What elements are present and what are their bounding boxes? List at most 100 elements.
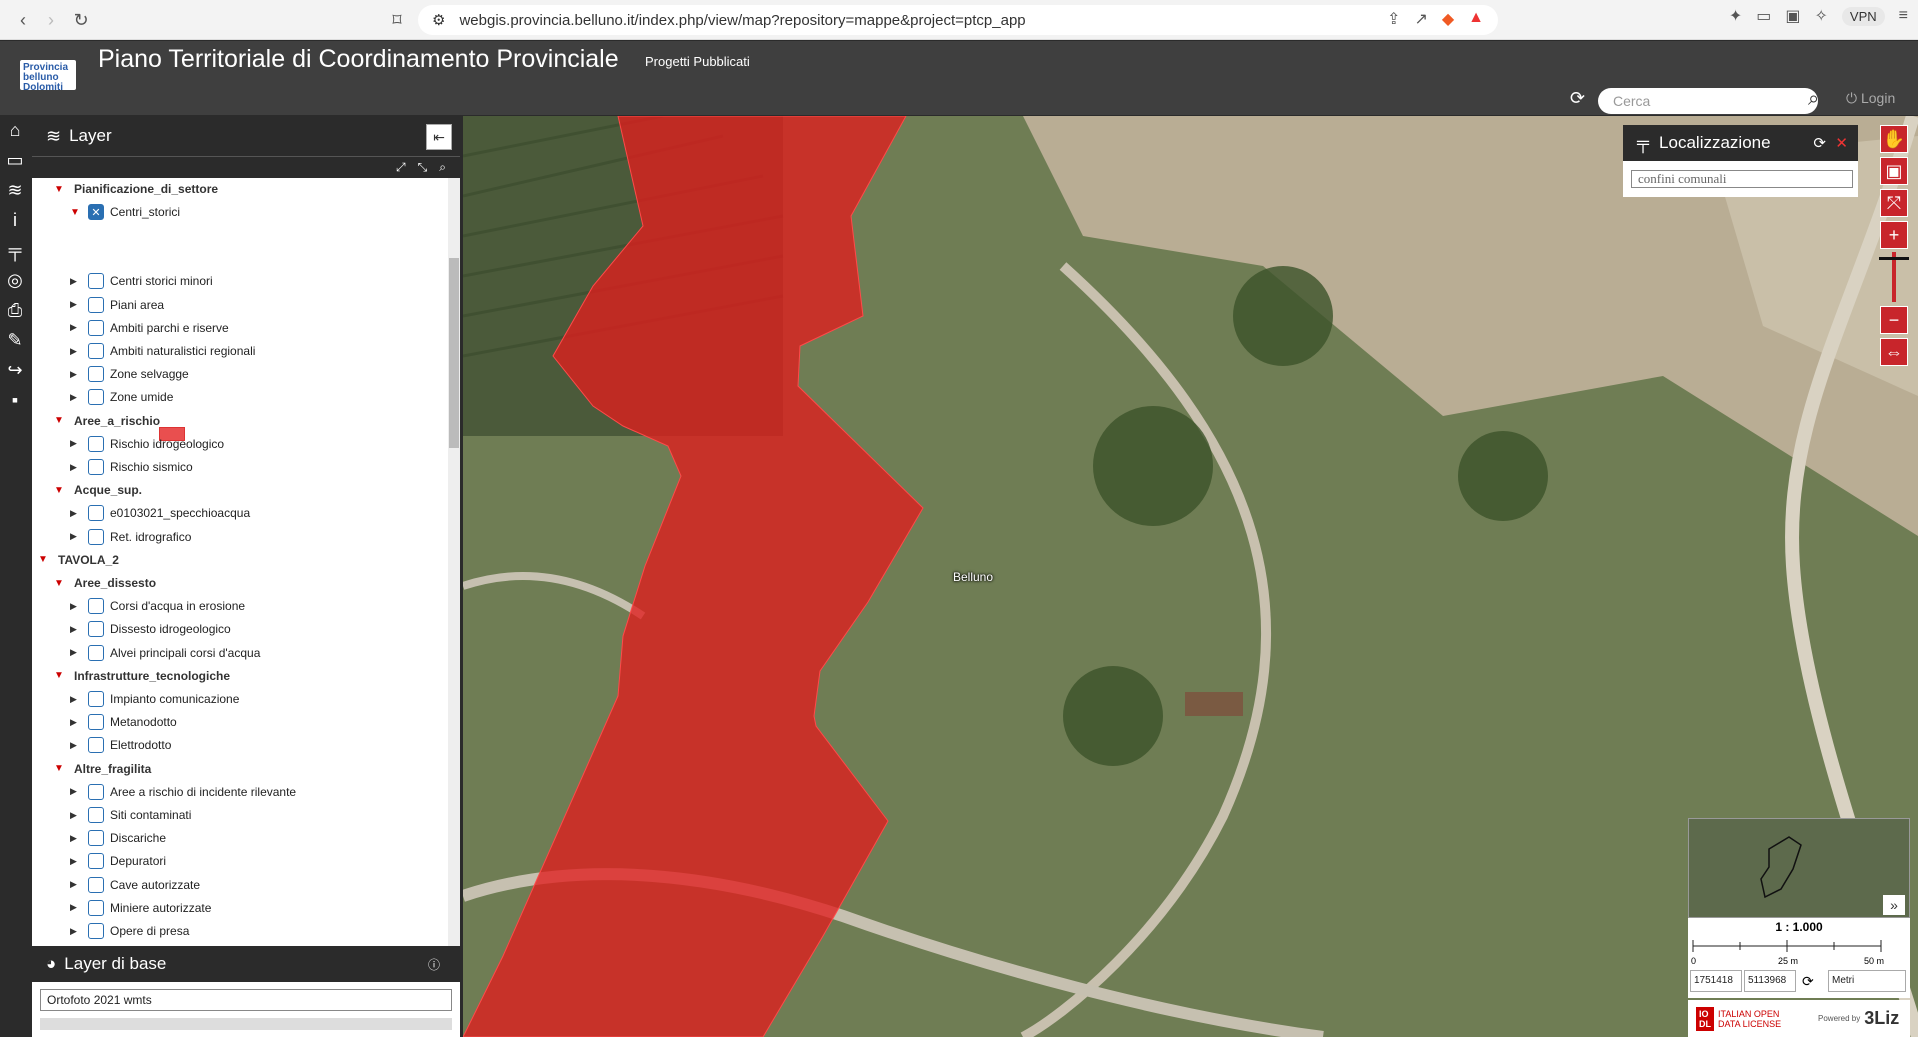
collapsed-arrow-icon[interactable]: ▶ — [70, 392, 84, 403]
zoom-slider-handle[interactable] — [1879, 257, 1909, 260]
collapsed-arrow-icon[interactable]: ▶ — [70, 438, 84, 449]
layer-checkbox[interactable] — [88, 737, 104, 754]
collapsed-arrow-icon[interactable]: ▶ — [70, 531, 84, 542]
layer-checkbox[interactable] — [88, 899, 104, 916]
previous-view-icon[interactable]: ⇔ — [1880, 338, 1908, 366]
layer-row[interactable]: ▶ Centri storici minori — [70, 270, 213, 292]
layer-row[interactable]: ▶ Rischio sismico — [70, 456, 193, 478]
install-icon[interactable]: ⇪ — [1387, 9, 1400, 29]
home-icon[interactable]: ⌂ — [0, 115, 30, 145]
layer-group-row[interactable]: ▼ Acque_sup. — [54, 479, 142, 501]
expanded-arrow-icon[interactable]: ▼ — [54, 763, 68, 774]
layer-checkbox[interactable] — [88, 296, 104, 313]
zoom-out-button[interactable]: − — [1880, 306, 1908, 334]
layer-checkbox[interactable] — [88, 319, 104, 336]
collapsed-arrow-icon[interactable]: ▶ — [70, 462, 84, 473]
collapsed-arrow-icon[interactable]: ▶ — [70, 508, 84, 519]
layer-checkbox[interactable] — [88, 783, 104, 800]
layer-row[interactable]: ▶ Aree a rischio di incidente rilevante — [70, 781, 296, 803]
toggle-overview-button[interactable]: » — [1883, 895, 1905, 915]
location-icon[interactable]: ╤ — [0, 235, 30, 265]
layer-checkbox[interactable] — [88, 807, 104, 823]
measure-icon[interactable]: ✎ — [0, 325, 30, 355]
expanded-arrow-icon[interactable]: ▼ — [38, 554, 52, 565]
collapsed-arrow-icon[interactable]: ▶ — [70, 624, 84, 635]
base-panel-scrollbar[interactable] — [40, 1018, 452, 1030]
layer-group-row[interactable]: ▼ TAVOLA_2 — [38, 549, 119, 571]
expanded-arrow-icon[interactable]: ▼ — [54, 415, 68, 426]
layer-checkbox[interactable] — [88, 528, 104, 545]
layer-checkbox[interactable] — [88, 435, 104, 452]
layer-row[interactable]: ▶ Piani area — [70, 294, 164, 316]
print-icon[interactable]: ⎙ — [0, 295, 30, 325]
layer-row[interactable]: ▶ Ret. idrografico — [70, 526, 191, 548]
collapse-panel-button[interactable]: ⇤ — [426, 124, 452, 150]
collapsed-arrow-icon[interactable]: ▶ — [70, 322, 84, 333]
layer-row[interactable]: ▶ Depuratori — [70, 850, 166, 872]
layer-checkbox[interactable] — [88, 343, 104, 359]
base-layer-select[interactable]: Ortofoto 2021 wmts — [40, 989, 452, 1011]
layer-row[interactable]: ▶ Zone umide — [70, 386, 173, 408]
layer-checkbox[interactable] — [88, 459, 104, 475]
reload-icon[interactable]: ↻ — [66, 5, 96, 35]
collapsed-arrow-icon[interactable]: ▶ — [70, 786, 84, 797]
brave-rewards-icon[interactable]: ▲ — [1468, 9, 1484, 29]
layer-row[interactable]: ▶ Siti contaminati — [70, 804, 191, 826]
collapsed-arrow-icon[interactable]: ▶ — [70, 856, 84, 867]
unit-select[interactable]: Metri — [1828, 970, 1906, 992]
collapsed-arrow-icon[interactable]: ▶ — [70, 926, 84, 937]
expanded-arrow-icon[interactable]: ▼ — [70, 207, 84, 218]
layer-row[interactable]: ▶ Miniere autorizzate — [70, 897, 211, 919]
layer-row[interactable]: ▶ Metanodotto — [70, 711, 177, 733]
layer-row[interactable]: ▶ Elettrodotto — [70, 734, 171, 756]
leo-icon[interactable]: ✧ — [1815, 6, 1828, 26]
collapsed-arrow-icon[interactable]: ▶ — [70, 740, 84, 751]
layer-checkbox[interactable] — [88, 876, 104, 893]
zoom-box-icon[interactable]: ▣ — [1880, 157, 1908, 185]
layer-tree-scrollbar[interactable] — [448, 178, 460, 946]
login-link[interactable]: ⏻ Login — [1846, 90, 1895, 107]
collapsed-arrow-icon[interactable]: ▶ — [70, 276, 84, 287]
refresh-icon[interactable]: ⟳ — [1570, 88, 1585, 109]
iodl-logo[interactable]: IO DL — [1696, 1006, 1714, 1031]
sidebar-icon[interactable]: ▭ — [1756, 6, 1771, 26]
collapsed-arrow-icon[interactable]: ▶ — [70, 601, 84, 612]
site-settings-icon[interactable]: ⚙ — [432, 11, 445, 29]
collapsed-arrow-icon[interactable]: ▶ — [70, 346, 84, 357]
layer-checkbox[interactable] — [88, 389, 104, 406]
layer-checkbox[interactable]: ✕ — [88, 204, 104, 221]
collapsed-arrow-icon[interactable]: ▶ — [70, 810, 84, 821]
folder-icon[interactable]: ▭ — [0, 145, 30, 175]
layer-row[interactable]: ▶ Opere di presa — [70, 920, 189, 942]
overview-map[interactable] — [1688, 818, 1910, 918]
layer-group-row[interactable]: ▼ Pianificazione_di_settore — [54, 178, 218, 200]
collapsed-arrow-icon[interactable]: ▶ — [70, 369, 84, 380]
layer-row[interactable]: ▶ Discariche — [70, 827, 166, 849]
info-icon[interactable]: ⓘ — [428, 956, 440, 973]
layer-checkbox[interactable] — [88, 273, 104, 290]
layer-row[interactable]: ▶ Dissesto idrogeologico — [70, 618, 231, 640]
published-projects-link[interactable]: Progetti Pubblicati — [645, 54, 750, 69]
target-icon[interactable]: ◎ — [0, 265, 30, 295]
layer-row[interactable]: ▶ Ambiti naturalistici regionali — [70, 340, 255, 362]
layer-row[interactable]: ▶ Impianto comunicazione — [70, 688, 239, 710]
layer-row[interactable]: ▶ Alvei principali corsi d'acqua — [70, 642, 260, 664]
extensions-icon[interactable]: ✦ — [1729, 6, 1742, 26]
menu-icon[interactable]: ≡ — [1899, 7, 1908, 25]
pan-icon[interactable]: ✋ — [1880, 125, 1908, 153]
expand-all-icon[interactable]: ⤢ — [396, 160, 406, 175]
zoom-in-button[interactable]: + — [1880, 221, 1908, 249]
info-icon[interactable]: i — [0, 205, 30, 235]
collapsed-arrow-icon[interactable]: ▶ — [70, 694, 84, 705]
expanded-arrow-icon[interactable]: ▼ — [54, 184, 68, 195]
address-bar[interactable]: ⚙ webgis.provincia.belluno.it/index.php/… — [418, 5, 1498, 35]
layer-checkbox[interactable] — [88, 691, 104, 707]
bookmark-icon[interactable]: ⌑ — [382, 5, 412, 35]
provincia-logo[interactable]: Provincia belluno Dolomiti — [20, 60, 76, 93]
layer-group-row[interactable]: ▼ Infrastrutture_tecnologiche — [54, 665, 230, 687]
layer-group-row[interactable]: ▼ Altre_fragilita — [54, 758, 151, 780]
layer-checkbox[interactable] — [88, 366, 104, 383]
layer-checkbox[interactable] — [88, 598, 104, 615]
expanded-arrow-icon[interactable]: ▼ — [54, 670, 68, 681]
coord-refresh-icon[interactable]: ⟳ — [1802, 973, 1814, 990]
